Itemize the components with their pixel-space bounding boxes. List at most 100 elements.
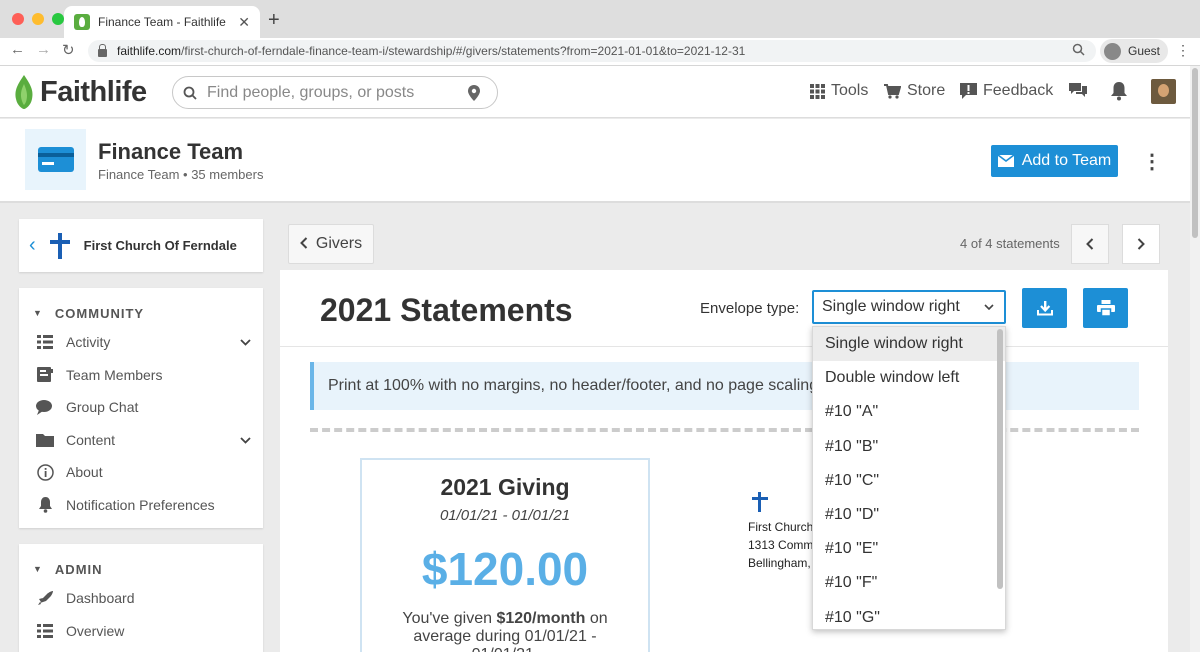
giving-summary-card: 2021 Giving 01/01/21 - 01/01/21 $120.00 … bbox=[360, 458, 650, 652]
previous-statement-button[interactable] bbox=[1071, 224, 1109, 264]
sidebar-item-about[interactable]: About bbox=[19, 456, 263, 489]
divider bbox=[280, 346, 1168, 347]
site-header: Faithlife Tools Store Feedback bbox=[0, 66, 1190, 118]
giving-average-text: You've given $120/month on average durin… bbox=[362, 610, 648, 652]
statement-count: 4 of 4 statements bbox=[960, 236, 1060, 251]
dropdown-option[interactable]: Single window right bbox=[813, 327, 1005, 362]
logo-text: Faithlife bbox=[40, 75, 147, 108]
sidebar-item-team-members[interactable]: Team Members bbox=[19, 359, 263, 392]
browser-tab[interactable]: Finance Team - Faithlife ✕ bbox=[64, 6, 260, 38]
add-to-team-label: Add to Team bbox=[1021, 152, 1112, 169]
close-window-button[interactable] bbox=[12, 13, 24, 25]
givers-back-button[interactable]: Givers bbox=[288, 224, 374, 264]
search-input[interactable] bbox=[207, 83, 467, 102]
next-statement-button[interactable] bbox=[1122, 224, 1160, 264]
cart-icon bbox=[884, 83, 901, 99]
giving-card-title: 2021 Giving bbox=[440, 474, 570, 500]
sidebar-item-overview[interactable]: Overview bbox=[19, 615, 263, 648]
search-box bbox=[172, 76, 498, 109]
lock-icon bbox=[98, 43, 107, 57]
tab-close-icon[interactable]: ✕ bbox=[238, 14, 250, 31]
chevron-left-icon bbox=[299, 236, 308, 252]
group-subtitle: Finance Team • 35 members bbox=[98, 167, 264, 182]
download-icon bbox=[1036, 301, 1053, 316]
minimize-window-button[interactable] bbox=[32, 13, 44, 25]
profile-icon bbox=[1104, 42, 1121, 60]
faithlife-logo[interactable]: Faithlife bbox=[12, 74, 147, 110]
back-arrow-icon[interactable]: ← bbox=[10, 41, 25, 58]
collapse-triangle-icon: ▼ bbox=[33, 564, 43, 574]
notifications-bell-icon[interactable] bbox=[1110, 81, 1128, 101]
chevron-left-icon bbox=[1086, 238, 1094, 250]
page-scrollbar-thumb[interactable] bbox=[1192, 68, 1198, 238]
collapse-triangle-icon: ▼ bbox=[33, 308, 43, 318]
giving-text-before: You've given bbox=[402, 610, 497, 627]
dropdown-option[interactable]: #10 "C" bbox=[813, 464, 1005, 498]
church-address-block: First Church 1313 Comme Bellingham, bbox=[748, 492, 820, 572]
church-cross-icon bbox=[752, 492, 768, 512]
address-line: 1313 Comme bbox=[748, 538, 821, 552]
group-header: Finance Team Finance Team • 35 members A… bbox=[0, 119, 1190, 203]
profile-label: Guest bbox=[1128, 44, 1161, 58]
tools-nav[interactable]: Tools bbox=[810, 82, 868, 100]
new-tab-button[interactable]: + bbox=[268, 9, 280, 32]
dropdown-option[interactable]: #10 "D" bbox=[813, 498, 1005, 532]
dropdown-scrollbar[interactable] bbox=[997, 329, 1003, 589]
browser-menu-icon[interactable]: ⋮ bbox=[1176, 42, 1190, 59]
maximize-window-button[interactable] bbox=[52, 13, 64, 25]
sidebar-item-content[interactable]: Content bbox=[19, 424, 263, 457]
location-pin-icon[interactable] bbox=[467, 84, 481, 102]
sidebar-item-group-chat[interactable]: Group Chat bbox=[19, 391, 263, 424]
chevron-down-icon[interactable] bbox=[240, 335, 251, 349]
url-path: /first-church-of-ferndale-finance-team-i… bbox=[181, 44, 746, 58]
sidebar-item-dashboard[interactable]: Dashboard bbox=[19, 582, 263, 615]
admin-heading[interactable]: ▼ ADMIN bbox=[19, 544, 263, 580]
download-button[interactable] bbox=[1022, 288, 1067, 328]
dropdown-option[interactable]: #10 "B" bbox=[813, 430, 1005, 464]
add-to-team-button[interactable]: Add to Team bbox=[991, 145, 1118, 177]
giving-total-amount: $120.00 bbox=[421, 543, 589, 595]
members-icon bbox=[36, 367, 54, 383]
tools-label: Tools bbox=[831, 82, 869, 99]
zoom-icon[interactable] bbox=[1072, 43, 1085, 59]
credit-card-icon bbox=[37, 147, 74, 172]
sidebar-item-activity[interactable]: Activity bbox=[19, 326, 263, 359]
messages-icon[interactable] bbox=[1068, 82, 1088, 100]
feedback-label: Feedback bbox=[983, 82, 1054, 99]
print-button[interactable] bbox=[1083, 288, 1128, 328]
more-options-icon[interactable]: ⋮ bbox=[1142, 149, 1162, 174]
reload-icon[interactable]: ↻ bbox=[62, 41, 75, 59]
sidebar-item-label: Team Members bbox=[66, 366, 163, 383]
envelope-type-dropdown: Single window right Double window left #… bbox=[812, 326, 1006, 630]
page-title: 2021 Statements bbox=[320, 292, 573, 328]
dashboard-icon bbox=[36, 590, 54, 606]
dropdown-option[interactable]: #10 "F" bbox=[813, 566, 1005, 600]
church-link[interactable]: ‹ First Church Of Ferndale bbox=[19, 219, 263, 272]
chevron-down-icon[interactable] bbox=[240, 433, 251, 447]
activity-icon bbox=[36, 334, 54, 350]
url-field[interactable]: faithlife.com/first-church-of-ferndale-f… bbox=[88, 40, 1096, 62]
envelope-type-select[interactable]: Single window right bbox=[812, 290, 1006, 324]
dropdown-option[interactable]: #10 "G" bbox=[813, 601, 1005, 630]
profile-button[interactable]: Guest bbox=[1100, 39, 1169, 63]
dropdown-option[interactable]: #10 "E" bbox=[813, 532, 1005, 566]
feedback-nav[interactable]: Feedback bbox=[960, 82, 1053, 100]
community-heading[interactable]: ▼ COMMUNITY bbox=[19, 288, 263, 324]
sidebar-item-notification-preferences[interactable]: Notification Preferences bbox=[19, 489, 263, 522]
user-avatar[interactable] bbox=[1151, 79, 1176, 104]
forward-arrow-icon[interactable]: → bbox=[36, 41, 51, 58]
community-section: ▼ COMMUNITY Activity Team Members Group … bbox=[19, 288, 263, 528]
sidebar-item-label: Notification Preferences bbox=[66, 496, 215, 513]
dropdown-option[interactable]: #10 "A" bbox=[813, 395, 1005, 429]
statements-panel: 2021 Statements Envelope type: Single wi… bbox=[280, 270, 1168, 652]
back-chevron-icon[interactable]: ‹ bbox=[29, 234, 36, 257]
print-icon bbox=[1096, 300, 1115, 316]
feedback-icon bbox=[960, 83, 977, 99]
store-nav[interactable]: Store bbox=[884, 82, 945, 100]
dropdown-option[interactable]: Double window left bbox=[813, 361, 1005, 395]
address-line: First Church bbox=[748, 520, 814, 534]
cut-line bbox=[310, 428, 1139, 432]
sidebar-item-label: Overview bbox=[66, 622, 125, 639]
address-bar: ← → ↻ faithlife.com/first-church-of-fern… bbox=[0, 38, 1200, 66]
grid-icon bbox=[810, 83, 825, 99]
